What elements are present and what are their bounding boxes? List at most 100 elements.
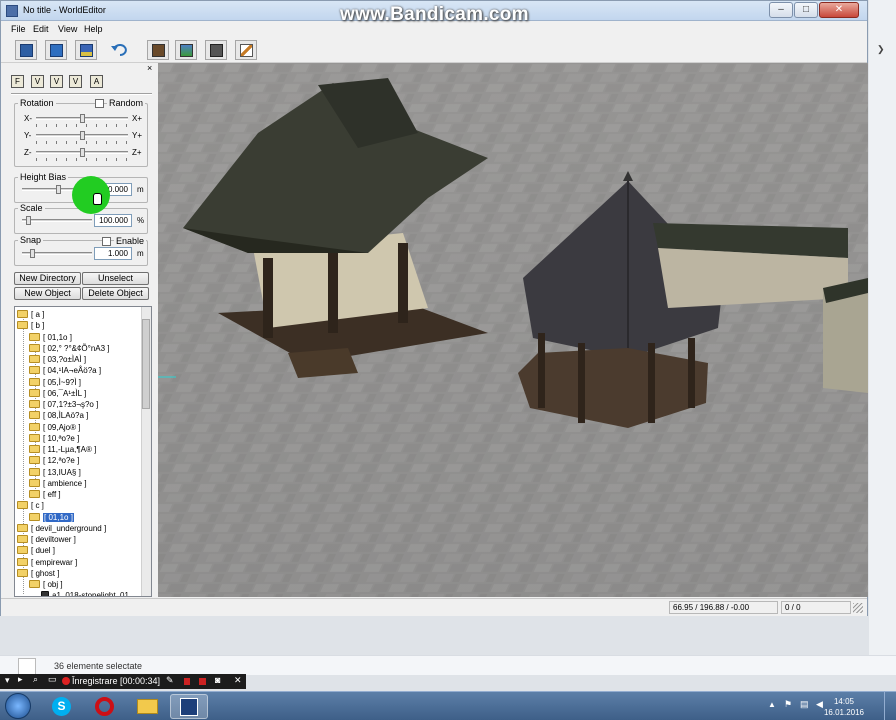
pause-icon[interactable]: [184, 678, 190, 685]
object-tree[interactable]: [ a ][ b ][ 01,1o ][ 02,° ?°&¢Õ°nA3 ][ 0…: [14, 306, 152, 597]
pencil-icon[interactable]: ✎: [166, 675, 174, 686]
snap-unit: m: [137, 249, 144, 258]
tree-item[interactable]: [ ambience ]: [29, 478, 87, 489]
minimize-button[interactable]: –: [769, 2, 793, 18]
folder-icon: [17, 321, 28, 330]
folder-icon: [17, 568, 28, 577]
random-checkbox[interactable]: [95, 99, 104, 108]
explorer-taskbar-button[interactable]: [128, 694, 166, 719]
mode-button-v2[interactable]: V: [50, 75, 63, 88]
new-directory-button[interactable]: New Directory: [14, 272, 81, 285]
tree-item[interactable]: [ duel ]: [17, 545, 55, 556]
clock[interactable]: 14:05 16.01.2016: [824, 696, 864, 718]
resize-grip[interactable]: [853, 603, 863, 613]
panel-close-button[interactable]: ×: [147, 63, 152, 73]
tree-item[interactable]: a1_018-stonelight_01: [41, 590, 129, 596]
snap-enable-checkbox[interactable]: [102, 237, 111, 246]
collapse-arrow-icon[interactable]: ❯: [877, 44, 885, 55]
opera-taskbar-button[interactable]: [86, 694, 124, 719]
tree-item[interactable]: [ 03,?o±ÌAÌ ]: [29, 354, 86, 365]
menu-file[interactable]: File: [11, 24, 26, 34]
mode-button-a[interactable]: A: [90, 75, 103, 88]
tree-item[interactable]: [ obj ]: [29, 579, 63, 590]
windows-start-icon[interactable]: [5, 693, 31, 719]
save-button[interactable]: [75, 40, 97, 60]
open-button[interactable]: [45, 40, 67, 60]
tree-item[interactable]: [ 10,ªo?e ]: [29, 433, 79, 444]
tray-arrow-icon[interactable]: ▲: [768, 700, 776, 709]
dropdown-arrow-icon[interactable]: ▾: [5, 675, 10, 686]
rotation-z-slider[interactable]: [80, 148, 85, 157]
tree-item[interactable]: [ eff ]: [29, 489, 61, 500]
close-icon[interactable]: ✕: [234, 675, 242, 686]
tree-item[interactable]: [ c ]: [17, 500, 44, 511]
tree-item[interactable]: [ ghost ]: [17, 568, 59, 579]
recording-timer: Înregistrare [00:00:34]: [72, 676, 161, 686]
tree-item[interactable]: [ 01,1o ]: [29, 332, 72, 343]
camera-icon[interactable]: ◙: [215, 675, 220, 685]
menu-edit[interactable]: Edit: [33, 24, 49, 34]
background-window-edge: ❯: [869, 0, 896, 655]
folder-icon: [17, 501, 28, 510]
tree-item-label: [ ghost ]: [31, 568, 60, 578]
network-icon[interactable]: ▤: [800, 699, 809, 710]
delete-object-button[interactable]: Delete Object: [82, 287, 149, 300]
tree-item[interactable]: [ 05,Ì~9?Ì ]: [29, 377, 81, 388]
rotation-x-slider[interactable]: [80, 114, 85, 123]
scale-input[interactable]: 100.000: [94, 214, 132, 227]
folder-icon: [17, 310, 28, 318]
skype-taskbar-button[interactable]: S: [42, 694, 80, 719]
height-bias-slider[interactable]: [56, 185, 61, 194]
menu-view[interactable]: View: [58, 24, 77, 34]
tree-item[interactable]: [ 02,° ?°&¢Õ°nA3 ]: [29, 343, 110, 354]
taskbar: S ▲ ⚑ ▤ ◀ 14:05 16.01.2016: [0, 691, 896, 720]
edit-tool-button[interactable]: [235, 40, 257, 60]
flag-icon[interactable]: ⚑: [784, 699, 792, 710]
new-file-button[interactable]: [15, 40, 37, 60]
tree-item[interactable]: [ 07,1?±3¬ş?o ]: [29, 399, 98, 410]
tree-item[interactable]: [ 06,¯A¹±ÌL ]: [29, 388, 86, 399]
worldeditor-taskbar-button[interactable]: [170, 694, 208, 719]
cursor-highlight: [72, 176, 110, 214]
scale-track[interactable]: [22, 219, 92, 222]
rotation-label: Rotation: [18, 98, 56, 108]
scale-slider[interactable]: [26, 216, 31, 225]
tree-item[interactable]: [ 11,-Lµa,¶A® ]: [29, 444, 96, 455]
tree-item[interactable]: [ devil_underground ]: [17, 523, 106, 534]
tree-item[interactable]: [ 09,Ajo® ]: [29, 422, 80, 433]
tree-item[interactable]: [ 12,ªo?e ]: [29, 455, 79, 466]
mode-button-f[interactable]: F: [11, 75, 24, 88]
tree-item[interactable]: [ b ]: [17, 320, 44, 331]
search-icon[interactable]: ⌕: [33, 674, 38, 685]
window-title: No title - WorldEditor: [23, 5, 106, 15]
volume-icon[interactable]: ◀: [816, 699, 823, 710]
new-object-button[interactable]: New Object: [14, 287, 81, 300]
unselect-button[interactable]: Unselect: [82, 272, 149, 285]
maximize-button[interactable]: □: [794, 2, 818, 18]
tree-scrollbar-thumb[interactable]: [142, 319, 150, 409]
tree-item[interactable]: [ empirewar ]: [17, 557, 77, 568]
tree-item[interactable]: [ 13,IUA§ ]: [29, 467, 81, 478]
mode-button-v1[interactable]: V: [31, 75, 44, 88]
attribute-view-button[interactable]: [205, 40, 227, 60]
fullscreen-icon[interactable]: ▭: [48, 674, 57, 685]
show-desktop-button[interactable]: [884, 692, 896, 720]
mode-button-v3[interactable]: V: [69, 75, 82, 88]
tree-item[interactable]: [ deviltower ]: [17, 534, 76, 545]
rotation-y-slider[interactable]: [80, 131, 85, 140]
tree-item[interactable]: [ 08,ÌLAö?a ]: [29, 410, 88, 421]
tree-item[interactable]: [ a ]: [17, 309, 44, 320]
menu-help[interactable]: Help: [84, 24, 103, 34]
snap-input[interactable]: 1.000: [94, 247, 132, 260]
stop-icon[interactable]: [199, 678, 206, 685]
folder-icon[interactable]: ▸: [18, 674, 23, 685]
terrain-view-button[interactable]: [175, 40, 197, 60]
object-view-button[interactable]: [147, 40, 169, 60]
tree-item[interactable]: [ 01,1o ]: [29, 512, 74, 523]
tree-item[interactable]: [ 04,¹IA¬eÅö?a ]: [29, 365, 101, 376]
3d-viewport[interactable]: [158, 63, 868, 597]
undo-button[interactable]: [109, 40, 131, 60]
snap-label: Snap: [18, 235, 44, 245]
snap-slider[interactable]: [30, 249, 35, 258]
close-button[interactable]: ✕: [819, 2, 859, 18]
